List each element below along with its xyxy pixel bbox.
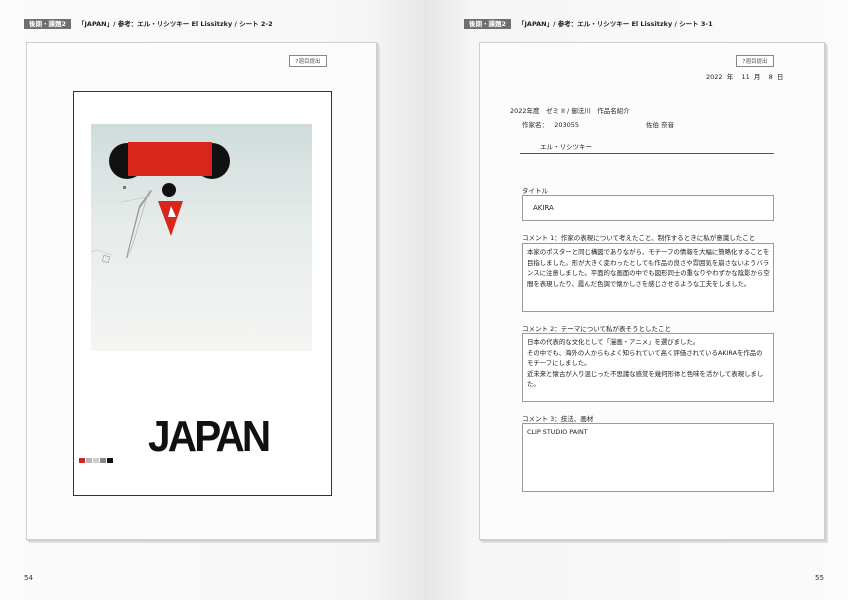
title-label: タイトル xyxy=(522,187,548,195)
submission-stamp: 7週目提出 xyxy=(736,55,774,67)
poster-illustration xyxy=(91,124,312,351)
page-number: 54 xyxy=(24,574,33,582)
page-number: 55 xyxy=(815,574,824,582)
color-swatch xyxy=(100,458,106,463)
comment1-label: コメント 1：作家の表現について考えたこと、制作するときに私が意識したこと xyxy=(522,234,756,242)
right-page: 後期・課題2 「JAPAN」/ 参考：エル・リシツキー El Lissitzky… xyxy=(424,0,848,600)
page-header: 「JAPAN」/ 参考：エル・リシツキー El Lissitzky / シート … xyxy=(78,20,273,28)
poster-frame: JAPAN xyxy=(73,91,332,496)
akira-illustration xyxy=(91,142,230,264)
worksheet: 7週目提出 2022 年 11 月 8 日 2022年度 ゼミ II / 御法川… xyxy=(479,42,825,540)
comment1-field: 本家のポスターと同じ構図でありながら、モチーフの情報を大幅に簡略化することを 目… xyxy=(522,243,774,312)
author-row: 作家名： 203055 xyxy=(522,121,580,129)
color-swatch xyxy=(107,458,113,463)
comment2-label: コメント 2：テーマについて私が表そうとしたこと xyxy=(522,325,672,333)
section-tag: 後期・課題2 xyxy=(464,19,512,29)
author-name: 佐伯 奈音 xyxy=(646,121,675,129)
comment2-field: 日本の代表的な文化として「漫画・アニメ」を選びました。 その中でも、海外の人から… xyxy=(522,333,774,402)
color-swatch xyxy=(93,458,99,463)
course-line: 2022年度 ゼミ II / 御法川 作品名紹介 xyxy=(510,107,630,115)
left-page: 後期・課題2 「JAPAN」/ 参考：エル・リシツキー El Lissitzky… xyxy=(0,0,424,600)
color-swatch xyxy=(86,458,92,463)
reference-artist: エル・リシツキー xyxy=(540,143,592,151)
submission-stamp: 7週目提出 xyxy=(289,55,327,67)
page-header: 「JAPAN」/ 参考：エル・リシツキー El Lissitzky / シート … xyxy=(518,20,713,28)
comment3-label: コメント 3：技法、画材 xyxy=(522,415,594,423)
color-swatch xyxy=(79,458,85,463)
date-field: 2022 年 11 月 8 日 xyxy=(706,73,784,81)
title-field: AKIRA xyxy=(522,195,774,221)
worksheet: 7週目提出 JAPAN xyxy=(26,42,377,540)
poster-title: JAPAN xyxy=(148,412,271,461)
comment3-field: CLIP STUDIO PAINT xyxy=(522,423,774,492)
divider xyxy=(520,153,774,154)
section-tag: 後期・課題2 xyxy=(24,19,72,29)
